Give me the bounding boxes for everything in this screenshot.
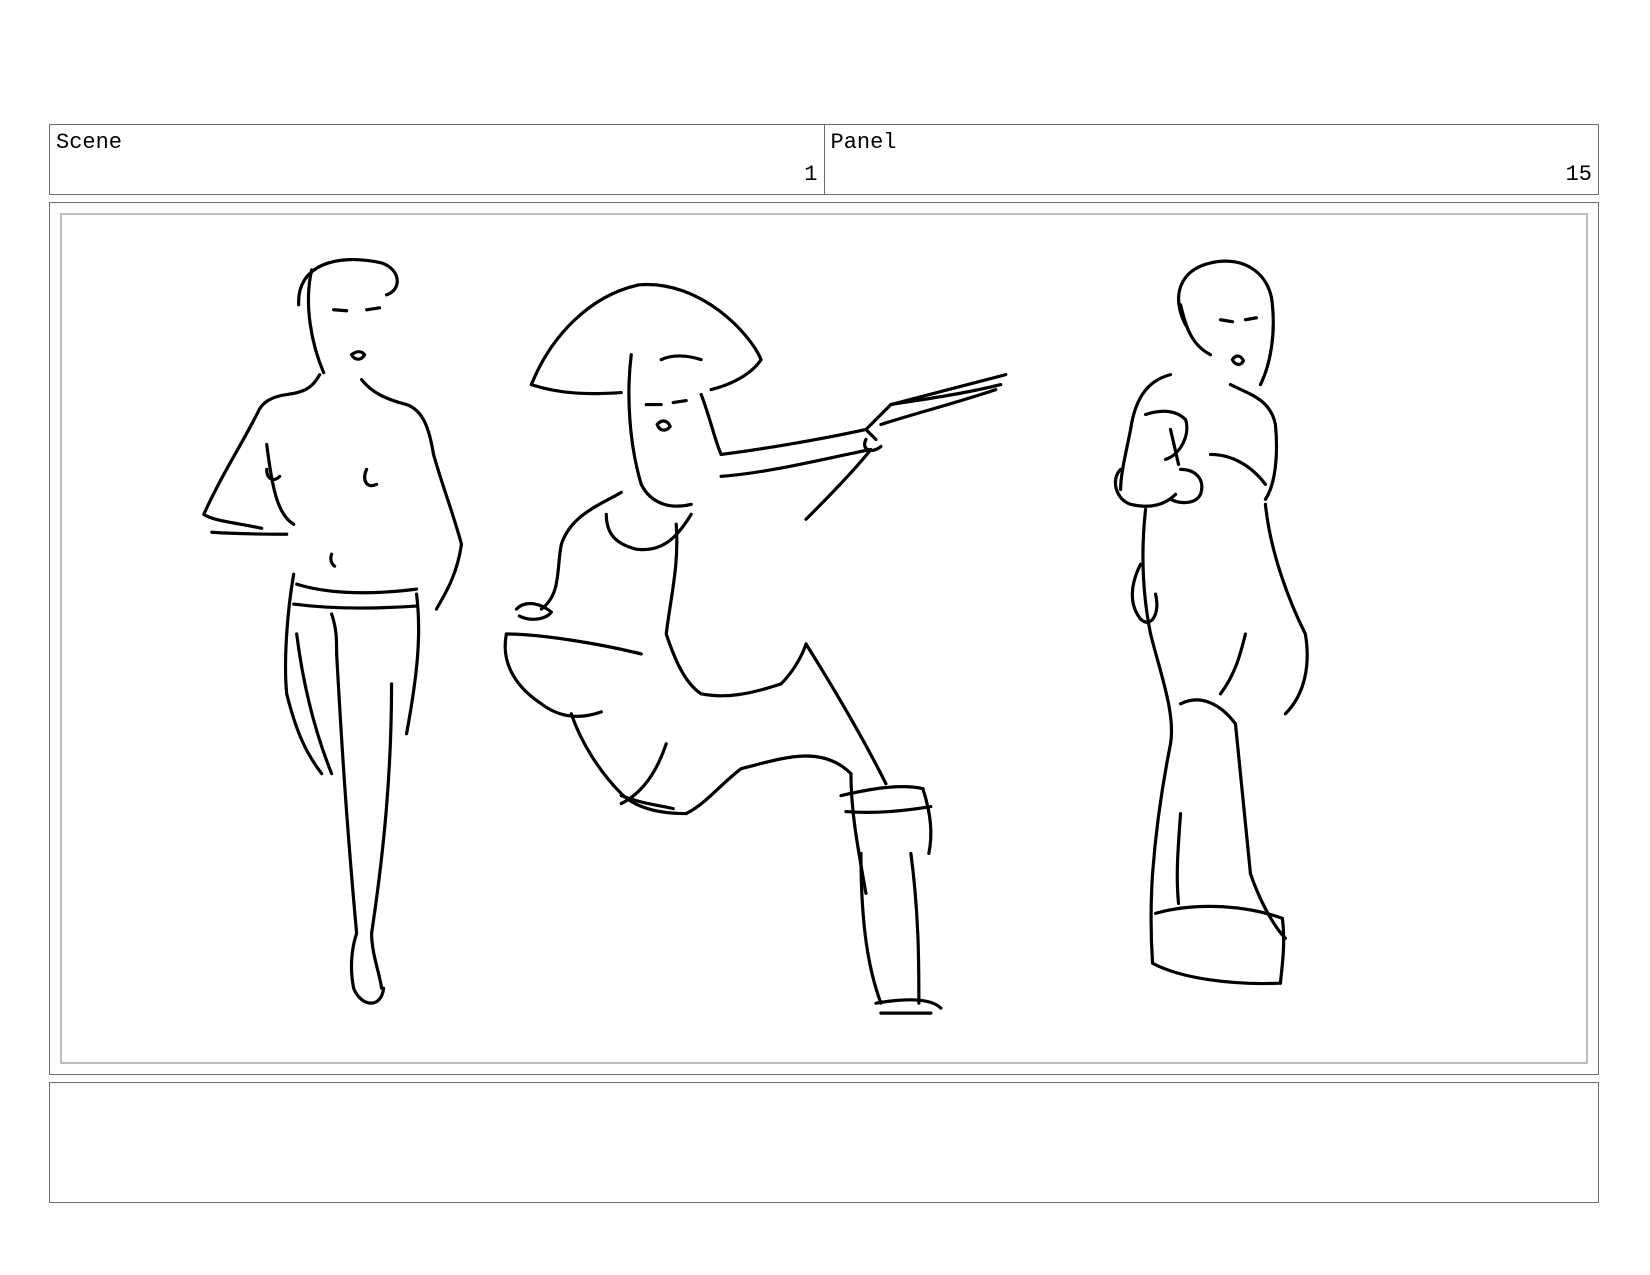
panel-image-area xyxy=(60,213,1588,1064)
scene-label: Scene xyxy=(56,130,123,155)
caption-box xyxy=(49,1082,1599,1203)
panel-cell: Panel 15 xyxy=(823,125,1599,194)
scene-number: 1 xyxy=(804,162,818,187)
crouching-figure-with-pistol xyxy=(503,283,1008,1015)
scene-cell: Scene 1 xyxy=(50,125,824,194)
standing-figure-right xyxy=(1113,259,1309,986)
standing-figure-left xyxy=(202,258,464,1005)
storyboard-header: Scene 1 Panel 15 xyxy=(49,124,1599,195)
panel-number: 15 xyxy=(1565,162,1592,187)
panel-label: Panel xyxy=(830,130,897,155)
panel-frame xyxy=(49,202,1599,1075)
sketch-drawing xyxy=(202,258,1309,1015)
